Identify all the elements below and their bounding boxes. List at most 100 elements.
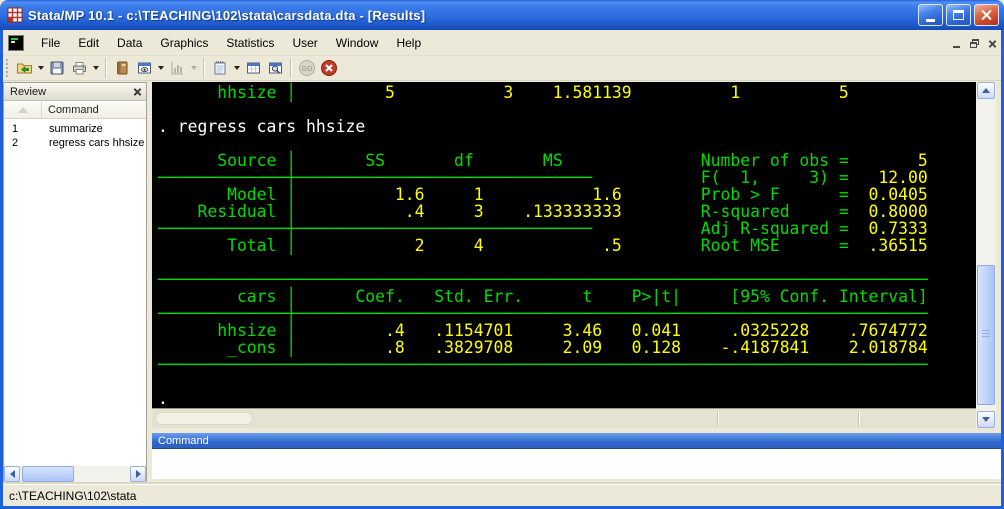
data-editor-button[interactable] [242, 58, 264, 79]
menu-statistics[interactable]: Statistics [217, 32, 283, 54]
save-button[interactable] [46, 58, 68, 79]
data-browser-button[interactable] [264, 58, 286, 79]
arrow-right-icon [136, 470, 141, 478]
mdi-minimize-button[interactable] [948, 36, 964, 50]
menu-edit[interactable]: Edit [69, 32, 108, 54]
results-hscroll-strip [152, 408, 976, 428]
data-editor-icon [245, 60, 262, 76]
review-row[interactable]: 1 summarize [4, 122, 146, 136]
results-line: hhsize │ .4 .1154701 3.46 0.041 .0325228… [158, 322, 976, 339]
viewer-window-icon [136, 60, 153, 76]
results-line: cars │ Coef. Std. Err. t P>|t| [95% Conf… [158, 288, 976, 305]
save-disk-icon [49, 60, 65, 76]
scrollbar-thumb[interactable] [977, 265, 995, 405]
mdi-restore-icon [970, 39, 979, 48]
menu-data[interactable]: Data [108, 32, 151, 54]
results-window-icon[interactable] [8, 35, 24, 51]
go-button[interactable]: GO [296, 58, 318, 79]
results-line: Source │ SS df MS Number of obs = 5 [158, 152, 976, 169]
scrollbar-thumb[interactable] [22, 466, 74, 482]
results-line: ────────────────────────────────────────… [158, 356, 976, 373]
do-file-notepad-icon [212, 60, 228, 76]
viewer-button[interactable] [133, 58, 155, 79]
do-file-editor-button[interactable] [209, 58, 231, 79]
results-line: ─────────────┼──────────────────────────… [158, 169, 976, 186]
review-close-button[interactable] [131, 86, 143, 98]
viewer-dropdown[interactable] [155, 58, 166, 79]
scrollbar-thumb[interactable] [155, 412, 253, 425]
print-button[interactable] [68, 58, 90, 79]
menu-user[interactable]: User [283, 32, 326, 54]
review-command-column[interactable]: Command [42, 104, 99, 116]
stata-app-icon [7, 7, 23, 23]
window-title: Stata/MP 10.1 - c:\TEACHING\102\stata\ca… [28, 8, 425, 23]
scroll-up-button[interactable] [977, 82, 995, 99]
print-dropdown[interactable] [90, 58, 101, 79]
maximize-icon [953, 10, 964, 20]
close-button[interactable] [974, 4, 999, 26]
review-title: Review [10, 86, 46, 98]
do-file-dropdown[interactable] [231, 58, 242, 79]
review-row-command: summarize [42, 122, 103, 136]
strip-separator [858, 411, 859, 426]
dropdown-arrow-icon [191, 66, 197, 70]
review-row[interactable]: 2 regress cars hhsize [4, 136, 146, 150]
results-line: . [158, 390, 976, 407]
menu-graphics[interactable]: Graphics [151, 32, 217, 54]
results-line [158, 254, 976, 271]
maximize-button[interactable] [946, 4, 971, 26]
graph-dropdown[interactable] [188, 58, 199, 79]
open-folder-icon [16, 60, 33, 76]
menu-window[interactable]: Window [327, 32, 388, 54]
review-panel: Review Command 1 summarize 2 regress car… [3, 82, 147, 483]
break-button[interactable] [318, 58, 340, 79]
review-row-command: regress cars hhsize [42, 136, 144, 150]
arrow-left-icon [10, 470, 15, 478]
close-icon [980, 9, 993, 22]
scroll-down-button[interactable] [977, 411, 995, 428]
results-line [158, 373, 976, 390]
scroll-left-button[interactable] [4, 466, 20, 482]
log-book-icon [114, 60, 130, 76]
log-button[interactable] [111, 58, 133, 79]
minimize-button[interactable] [918, 4, 943, 26]
dropdown-arrow-icon [93, 66, 99, 70]
scroll-right-button[interactable] [130, 466, 146, 482]
thumb-grip-icon [982, 330, 990, 338]
go-icon: GO [298, 59, 316, 77]
statusbar: c:\TEACHING\102\stata [3, 484, 1001, 506]
graph-icon [169, 60, 185, 76]
svg-text:GO: GO [302, 66, 313, 73]
results-line: Model │ 1.6 1 1.6 Prob > F = 0.0405 [158, 186, 976, 203]
results-line: hhsize │ 5 3 1.581139 1 5 [158, 84, 976, 101]
menu-help[interactable]: Help [387, 32, 430, 54]
mdi-restore-button[interactable] [966, 36, 982, 50]
menu-file[interactable]: File [32, 32, 69, 54]
review-header: Command [4, 101, 146, 119]
dropdown-arrow-icon [158, 66, 164, 70]
results-vscrollbar [976, 82, 996, 428]
minimize-icon [926, 19, 935, 22]
command-window-title: Command [158, 435, 209, 447]
results-window: hhsize │ 5 3 1.581139 1 5 . regress cars … [152, 82, 976, 408]
titlebar: Stata/MP 10.1 - c:\TEACHING\102\stata\ca… [0, 0, 1004, 30]
review-sort-column[interactable] [4, 101, 42, 118]
review-row-number: 1 [4, 122, 42, 136]
graph-button[interactable] [166, 58, 188, 79]
mdi-minimize-icon [953, 46, 960, 48]
menubar: File Edit Data Graphics Statistics User … [3, 30, 1001, 56]
mdi-close-button[interactable] [984, 36, 1000, 50]
toolbar-grip[interactable] [6, 59, 9, 77]
open-dropdown[interactable] [35, 58, 46, 79]
command-window-titlebar: Command [152, 433, 1001, 449]
toolbar: GO [3, 56, 1001, 81]
command-input[interactable] [152, 449, 1001, 479]
arrow-down-icon [982, 417, 990, 422]
sort-triangle-icon [18, 107, 28, 113]
toolbar-separator [290, 58, 292, 78]
review-row-number: 2 [4, 136, 42, 150]
results-line: . regress cars hhsize [158, 118, 976, 135]
arrow-up-icon [982, 88, 990, 93]
review-hscrollbar [4, 466, 146, 482]
open-button[interactable] [13, 58, 35, 79]
